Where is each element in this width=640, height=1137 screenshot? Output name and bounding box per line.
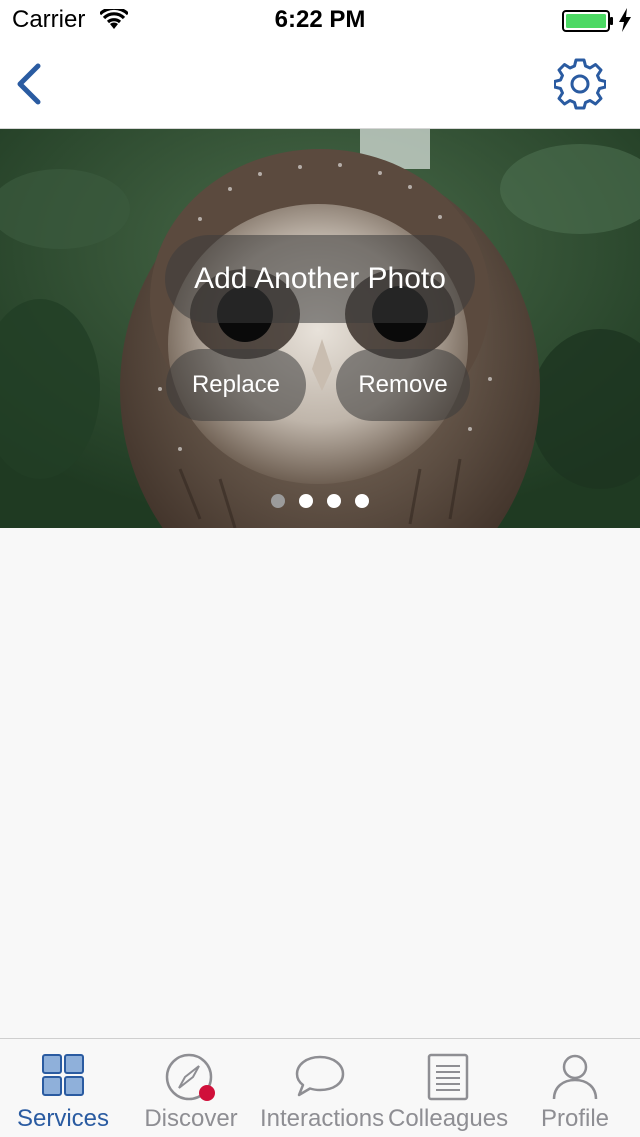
remove-photo-button[interactable]: Remove <box>336 349 470 421</box>
tab-interactions[interactable]: Interactions <box>260 1039 384 1137</box>
grid-icon <box>42 1054 84 1096</box>
page-dot-1[interactable] <box>271 494 285 508</box>
back-button[interactable] <box>10 58 54 110</box>
settings-button[interactable] <box>553 58 607 110</box>
tab-profile[interactable]: Profile <box>525 1039 625 1137</box>
compass-icon <box>165 1053 215 1101</box>
tab-colleagues[interactable]: Colleagues <box>388 1039 508 1137</box>
tab-label-discover: Discover <box>144 1105 238 1132</box>
tab-label-profile: Profile <box>540 1105 610 1132</box>
tab-label-colleagues: Colleagues <box>388 1105 509 1132</box>
replace-photo-button[interactable]: Replace <box>166 349 306 421</box>
owl-photo <box>0 129 640 528</box>
page-dot-2[interactable] <box>299 494 313 508</box>
photo-carousel[interactable]: Add Another Photo Replace Remove <box>0 129 640 528</box>
battery-icon <box>562 10 614 37</box>
status-time: 6:22 PM <box>274 6 366 33</box>
tab-discover[interactable]: Discover <box>141 1039 241 1137</box>
content-area <box>0 528 640 1038</box>
navigation-bar <box>0 40 640 129</box>
speech-bubble-icon <box>295 1055 345 1097</box>
tab-bar: Services Discover Interactions Colleague… <box>0 1038 640 1137</box>
tab-services[interactable]: Services <box>13 1039 113 1137</box>
add-another-photo-button[interactable]: Add Another Photo <box>165 235 475 323</box>
gear-icon <box>553 58 607 110</box>
charging-bolt-icon <box>618 8 632 37</box>
person-icon <box>552 1054 598 1100</box>
page-indicator[interactable] <box>0 494 640 513</box>
notification-badge <box>199 1085 215 1101</box>
page-dot-4[interactable] <box>355 494 369 508</box>
document-list-icon <box>427 1053 469 1101</box>
page-dot-3[interactable] <box>327 494 341 508</box>
status-bar: Carrier 6:22 PM <box>0 0 640 40</box>
tab-label-services: Services <box>16 1105 110 1132</box>
chevron-left-icon <box>17 63 41 105</box>
tab-label-interactions: Interactions <box>260 1105 385 1132</box>
